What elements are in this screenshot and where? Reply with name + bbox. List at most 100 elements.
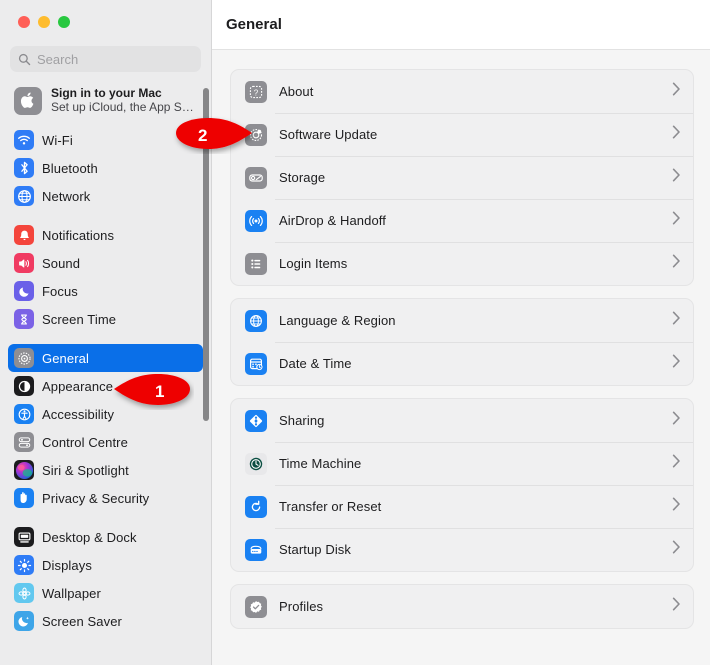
settings-card-system: ? About Software Update Storage AirDrop … bbox=[230, 69, 694, 286]
account-title: Sign in to your Mac bbox=[51, 86, 162, 100]
search-icon bbox=[18, 53, 31, 66]
wallpaper-flower-icon bbox=[14, 583, 34, 603]
settings-row-label: Software Update bbox=[279, 127, 378, 142]
search-box[interactable] bbox=[10, 46, 201, 72]
moon-icon bbox=[14, 281, 34, 301]
sidebar-item-label: General bbox=[42, 350, 89, 366]
sidebar-item-label: Sound bbox=[42, 255, 81, 271]
system-settings-window: Sign in to your Mac Set up iCloud, the A… bbox=[0, 0, 710, 665]
sidebar-item-label: Displays bbox=[42, 557, 92, 573]
settings-row-label: AirDrop & Handoff bbox=[279, 213, 386, 228]
settings-row-startup-disk[interactable]: Startup Disk bbox=[231, 528, 693, 571]
sidebar-item-privacy-security[interactable]: Privacy & Security bbox=[8, 484, 203, 512]
sidebar-group-alerts: Notifications Sound Focus Screen Time bbox=[8, 221, 203, 333]
sidebar-item-label: Wallpaper bbox=[42, 585, 101, 601]
sidebar-item-label: Privacy & Security bbox=[42, 490, 150, 506]
login-items-list-icon bbox=[245, 252, 267, 275]
chevron-right-icon bbox=[672, 454, 681, 473]
bluetooth-icon bbox=[14, 158, 34, 178]
time-machine-clock-icon bbox=[245, 452, 267, 475]
airdrop-icon bbox=[245, 209, 267, 232]
sidebar-item-label: Desktop & Dock bbox=[42, 529, 137, 545]
sidebar-item-sound[interactable]: Sound bbox=[8, 249, 203, 277]
sidebar-item-label: Bluetooth bbox=[42, 160, 98, 176]
settings-card-profiles: Profiles bbox=[230, 584, 694, 629]
settings-list: ? About Software Update Storage AirDrop … bbox=[212, 50, 710, 629]
settings-row-time-machine[interactable]: Time Machine bbox=[231, 442, 693, 485]
sidebar-item-label: Control Centre bbox=[42, 434, 128, 450]
sidebar-item-screen-saver[interactable]: Screen Saver bbox=[8, 607, 203, 635]
language-globe-icon bbox=[245, 309, 267, 332]
sidebar-item-focus[interactable]: Focus bbox=[8, 277, 203, 305]
startup-disk-icon bbox=[245, 538, 267, 561]
apple-logo-icon bbox=[14, 86, 42, 115]
account-text: Sign in to your Mac Set up iCloud, the A… bbox=[51, 86, 194, 115]
sidebar-item-label: Network bbox=[42, 188, 91, 204]
close-button[interactable] bbox=[18, 16, 30, 28]
sidebar-item-wallpaper[interactable]: Wallpaper bbox=[8, 579, 203, 607]
sidebar-item-label: Notifications bbox=[42, 227, 115, 243]
svg-text:?: ? bbox=[254, 88, 259, 97]
sidebar-group-network: Wi-Fi Bluetooth Network bbox=[8, 126, 203, 210]
settings-row-transfer-or-reset[interactable]: Transfer or Reset bbox=[231, 485, 693, 528]
speaker-icon bbox=[14, 253, 34, 273]
sidebar-item-bluetooth[interactable]: Bluetooth bbox=[8, 154, 203, 182]
search-input[interactable] bbox=[37, 51, 193, 67]
settings-row-software-update[interactable]: Software Update bbox=[231, 113, 693, 156]
sidebar-item-network[interactable]: Network bbox=[8, 182, 203, 210]
settings-row-label: Sharing bbox=[279, 413, 325, 428]
settings-row-label: Profiles bbox=[279, 599, 324, 614]
settings-card-locale: Language & Region Date & Time bbox=[230, 298, 694, 386]
settings-row-label: Transfer or Reset bbox=[279, 499, 382, 514]
sidebar-item-control-centre[interactable]: Control Centre bbox=[8, 428, 203, 456]
settings-row-login-items[interactable]: Login Items bbox=[231, 242, 693, 285]
chevron-right-icon bbox=[672, 411, 681, 430]
settings-row-airdrop-handoff[interactable]: AirDrop & Handoff bbox=[231, 199, 693, 242]
sign-in-account-row[interactable]: Sign in to your Mac Set up iCloud, the A… bbox=[8, 81, 203, 120]
settings-row-about[interactable]: ? About bbox=[231, 70, 693, 113]
sidebar-item-label: Siri & Spotlight bbox=[42, 462, 129, 478]
settings-row-label: Time Machine bbox=[279, 456, 362, 471]
sidebar-item-label: Appearance bbox=[42, 378, 114, 394]
sidebar-group-system: General Appearance Accessibility Control… bbox=[8, 344, 203, 512]
hourglass-icon bbox=[14, 309, 34, 329]
chevron-right-icon bbox=[672, 168, 681, 187]
about-question-icon: ? bbox=[245, 80, 267, 103]
sidebar-item-label: Focus bbox=[42, 283, 78, 299]
sidebar-item-screen-time[interactable]: Screen Time bbox=[8, 305, 203, 333]
software-update-gear-icon bbox=[245, 123, 267, 146]
siri-orb-icon bbox=[14, 460, 34, 480]
bell-icon bbox=[14, 225, 34, 245]
sidebar-scrollbar[interactable] bbox=[203, 88, 209, 421]
chevron-right-icon bbox=[672, 311, 681, 330]
settings-row-label: Date & Time bbox=[279, 356, 352, 371]
sidebar-item-label: Accessibility bbox=[42, 406, 115, 422]
chevron-right-icon bbox=[672, 254, 681, 273]
account-subtitle: Set up iCloud, the App S… bbox=[51, 100, 194, 114]
sidebar-item-appearance[interactable]: Appearance bbox=[8, 372, 203, 400]
sidebar-item-general[interactable]: General bbox=[8, 344, 203, 372]
settings-row-storage[interactable]: Storage bbox=[231, 156, 693, 199]
sidebar-item-accessibility[interactable]: Accessibility bbox=[8, 400, 203, 428]
settings-row-date-time[interactable]: Date & Time bbox=[231, 342, 693, 385]
date-time-calendar-icon bbox=[245, 352, 267, 375]
sidebar-item-notifications[interactable]: Notifications bbox=[8, 221, 203, 249]
settings-row-language-region[interactable]: Language & Region bbox=[231, 299, 693, 342]
maximize-button[interactable] bbox=[58, 16, 70, 28]
settings-row-sharing[interactable]: Sharing bbox=[231, 399, 693, 442]
control-centre-icon bbox=[14, 432, 34, 452]
sidebar-group-desktop: Desktop & Dock Displays Wallpaper Screen… bbox=[8, 523, 203, 635]
appearance-contrast-icon bbox=[14, 376, 34, 396]
accessibility-person-icon bbox=[14, 404, 34, 424]
sidebar-item-label: Screen Time bbox=[42, 311, 117, 327]
minimize-button[interactable] bbox=[38, 16, 50, 28]
sidebar-item-wi-fi[interactable]: Wi-Fi bbox=[8, 126, 203, 154]
profiles-badge-icon bbox=[245, 595, 267, 618]
sidebar-item-label: Wi-Fi bbox=[42, 132, 73, 148]
sidebar-item-desktop-dock[interactable]: Desktop & Dock bbox=[8, 523, 203, 551]
sidebar-item-displays[interactable]: Displays bbox=[8, 551, 203, 579]
sidebar-item-siri-spotlight[interactable]: Siri & Spotlight bbox=[8, 456, 203, 484]
search-container bbox=[0, 38, 211, 72]
chevron-right-icon bbox=[672, 597, 681, 616]
settings-row-profiles[interactable]: Profiles bbox=[231, 585, 693, 628]
